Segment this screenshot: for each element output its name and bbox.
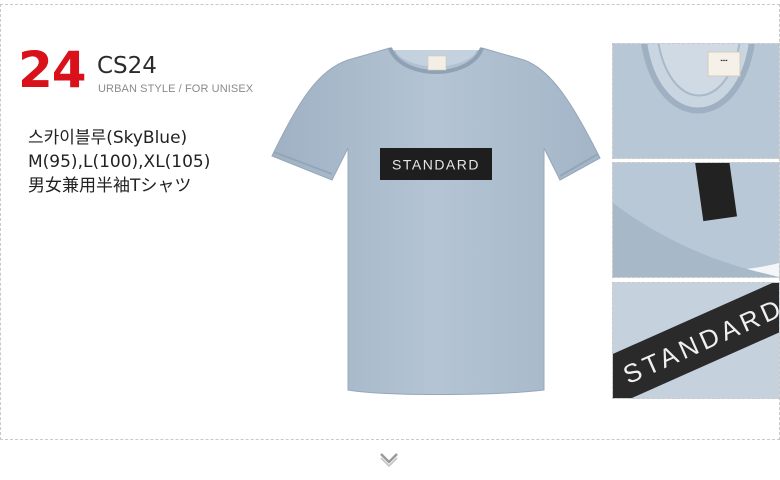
print-text: STANDARD xyxy=(392,157,480,173)
japanese-label: 男女兼用半袖Tシャツ xyxy=(28,176,192,196)
style-subtitle: URBAN STYLE / FOR UNISEX xyxy=(98,83,254,95)
tshirt-illustration: STANDARD xyxy=(271,47,601,395)
svg-text:▪▪▪▪: ▪▪▪▪ xyxy=(720,58,727,64)
detail-thumbnail-print[interactable]: STANDARD xyxy=(612,282,780,399)
detail-thumbnail-sleeve[interactable] xyxy=(612,162,780,278)
color-label: 스카이블루(SkyBlue) xyxy=(28,128,188,148)
chevron-down-icon[interactable] xyxy=(378,451,400,468)
detail-thumbnail-collar[interactable]: ▪▪▪▪ xyxy=(612,43,780,159)
product-description: 스카이블루(SkyBlue) M(95),L(100),XL(105) 男女兼用… xyxy=(28,126,210,198)
sizes-label: M(95),L(100),XL(105) xyxy=(28,152,211,172)
tshirt-main-image: STANDARD xyxy=(262,40,610,400)
product-number: 24 xyxy=(18,41,87,99)
product-code: CS24 xyxy=(97,53,157,79)
